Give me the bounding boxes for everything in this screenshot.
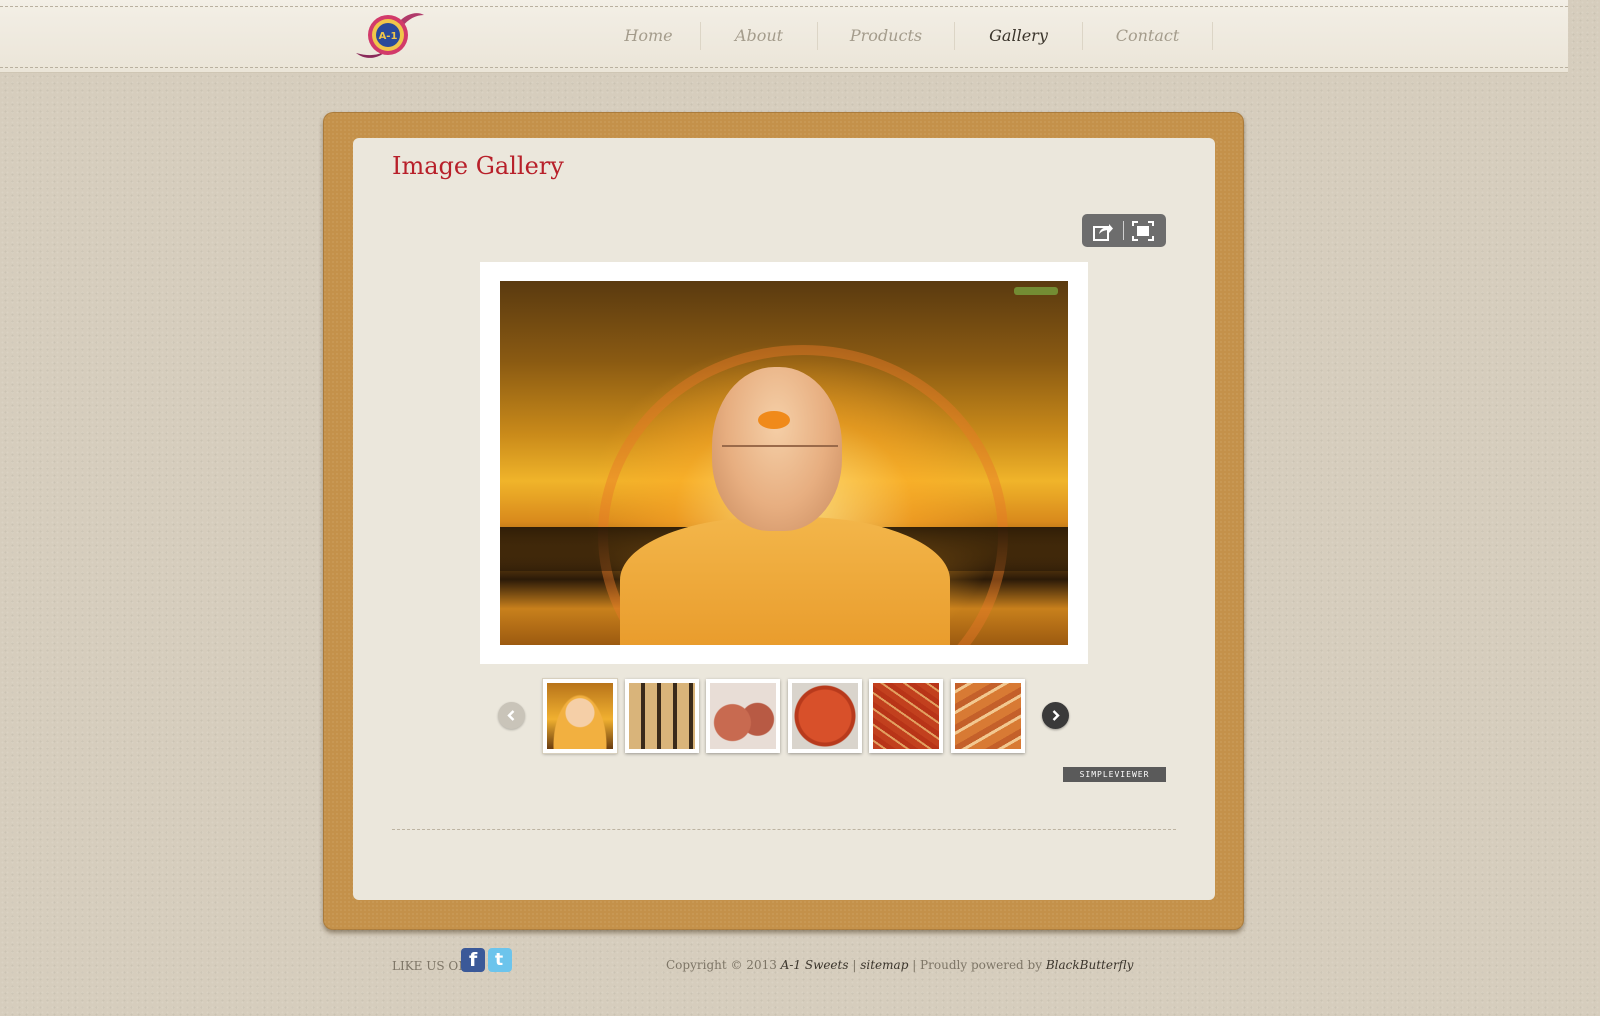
- sitemap-link[interactable]: sitemap: [860, 958, 908, 972]
- like-us-label: LIKE US ON: [392, 959, 469, 973]
- nav-gallery[interactable]: Gallery: [955, 22, 1083, 50]
- svg-text:A-1: A-1: [379, 31, 398, 42]
- nav-contact[interactable]: Contact: [1083, 22, 1213, 50]
- thumbnail-3[interactable]: [706, 679, 780, 753]
- portrait-body: [620, 517, 950, 645]
- twitter-icon: t: [495, 950, 504, 970]
- copyright-line: Copyright © 2013 A-1 Sweets | sitemap | …: [666, 958, 1133, 972]
- main-image[interactable]: [500, 281, 1068, 645]
- copyright-text: Copyright © 2013: [666, 958, 777, 972]
- thumbnail-2[interactable]: [625, 679, 699, 753]
- site-header: A-1 Home About Products Gallery Contact: [0, 0, 1568, 73]
- main-nav: Home About Products Gallery Contact: [597, 22, 1213, 54]
- gulab-jamun-thumbnail: [710, 683, 776, 749]
- twitter-link[interactable]: t: [488, 948, 512, 972]
- site-logo[interactable]: A-1: [352, 9, 426, 63]
- nav-home[interactable]: Home: [597, 22, 701, 50]
- chevron-right-icon: [1052, 710, 1060, 721]
- a1-sweets-logo-icon: A-1: [356, 13, 424, 58]
- facebook-link[interactable]: f: [461, 948, 485, 972]
- thumbnail-4[interactable]: [788, 679, 862, 753]
- facebook-icon: f: [469, 949, 478, 971]
- toolbar-separator: [1123, 221, 1124, 240]
- viewer-toolbar: [1082, 214, 1166, 247]
- thumbnail-1[interactable]: [542, 678, 618, 754]
- next-button[interactable]: [1042, 702, 1069, 729]
- fullscreen-icon: [1132, 221, 1154, 241]
- powered-by-text: | Proudly powered by: [912, 958, 1043, 972]
- nav-products[interactable]: Products: [818, 22, 955, 50]
- rolls-sweet-thumbnail: [629, 683, 695, 749]
- fullscreen-button[interactable]: [1132, 220, 1154, 242]
- portrait-thumbnail: [547, 683, 613, 749]
- content-divider: [392, 829, 1176, 830]
- portrait-tilak: [758, 411, 790, 429]
- image-watermark: [1014, 287, 1058, 295]
- page-title: Image Gallery: [392, 152, 564, 180]
- simpleviewer-badge[interactable]: SIMPLEVIEWER: [1063, 767, 1166, 782]
- prev-button[interactable]: [498, 702, 525, 729]
- brand-link[interactable]: A-1 Sweets: [781, 958, 849, 972]
- footer-separator: |: [852, 958, 857, 972]
- nav-about[interactable]: About: [701, 22, 818, 50]
- barfi-thumbnail: [955, 683, 1021, 749]
- chevron-left-icon: [507, 710, 515, 721]
- thumbnail-6[interactable]: [951, 679, 1025, 753]
- share-button[interactable]: [1092, 220, 1114, 242]
- thumbnail-5[interactable]: [869, 679, 943, 753]
- portrait-glasses: [722, 445, 838, 475]
- almond-halwa-thumbnail: [873, 683, 939, 749]
- share-icon: [1093, 224, 1113, 241]
- blackbutterfly-link[interactable]: BlackButterfly: [1046, 958, 1134, 972]
- halwa-thumbnail: [792, 683, 858, 749]
